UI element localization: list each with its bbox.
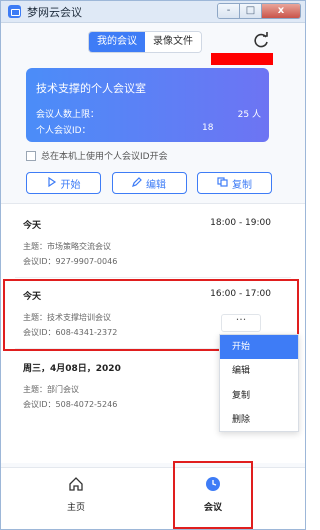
nav-home[interactable]: 主页 [26,476,126,526]
menu-item-copy[interactable]: 复制 [220,384,298,408]
meeting-time: 18:00 - 19:00 [210,218,271,228]
meeting-subject: 主题：部门会议 [23,385,79,394]
nav-home-label: 主页 [66,503,85,513]
context-menu: 开始 编辑 复制 删除 [219,334,299,432]
room-actions: 开始 编辑 复制 [26,172,272,194]
title-bar: 梦网云会议 - □ x [1,1,305,23]
room-id-value: 18 [202,123,214,133]
pencil-icon [132,176,142,190]
capacity-value: 25 人 [237,110,261,120]
bottom-nav: 主页 会议 [1,467,305,529]
window-controls: - □ x [217,3,301,19]
meeting-item[interactable]: 今天 18:00 - 19:00 主题：市场策略交流会议 会议ID：927-99… [1,206,305,278]
menu-item-edit[interactable]: 编辑 [220,359,298,383]
tab-recordings[interactable]: 录像文件 [145,32,201,52]
menu-item-start[interactable]: 开始 [220,335,298,359]
copy-button[interactable]: 复制 [197,172,272,194]
meeting-day: 周三，4月08日，2020 [23,364,121,374]
app-logo-icon [8,5,21,18]
use-personal-id-option[interactable]: 总在本机上使用个人会议ID开会 [26,149,168,162]
meeting-id: 会议ID：508-4072-5246 [23,400,118,409]
window-title: 梦网云会议 [27,6,82,19]
nav-highlight-box [173,461,253,529]
tab-my-meetings[interactable]: 我的会议 [89,32,145,52]
play-icon [47,176,57,190]
room-id-label: 个人会议ID： [36,126,91,136]
meeting-id: 会议ID：927-9907-0046 [23,257,118,266]
use-personal-id-checkbox[interactable] [26,150,36,161]
refresh-icon[interactable] [251,31,271,51]
minimize-button[interactable]: - [218,4,240,18]
copy-icon [217,176,228,190]
menu-item-delete[interactable]: 删除 [220,408,298,432]
redaction-bar [211,53,273,65]
more-options-button[interactable]: ··· [221,314,261,332]
home-icon [68,477,84,496]
edit-button[interactable]: 编辑 [111,172,187,194]
start-button-label: 开始 [60,179,81,191]
room-title: 技术支撑的个人会议室 [36,82,146,95]
personal-room-card: 技术支撑的个人会议室 会议人数上限： 25 人 个人会议ID： 18 [26,68,269,142]
meeting-day: 今天 [23,221,42,231]
copy-button-label: 复制 [232,179,252,191]
maximize-button[interactable]: □ [240,4,262,18]
app-window: 梦网云会议 - □ x 我的会议 录像文件 技术支撑的个人会议室 会议人数上限：… [0,0,306,530]
tab-bar: 我的会议 录像文件 [88,31,202,53]
capacity-label: 会议人数上限： [36,110,100,120]
edit-button-label: 编辑 [146,179,166,191]
meeting-subject: 主题：市场策略交流会议 [23,242,111,251]
close-button[interactable]: x [262,4,300,18]
start-button[interactable]: 开始 [26,172,101,194]
use-personal-id-label: 总在本机上使用个人会议ID开会 [41,152,168,162]
